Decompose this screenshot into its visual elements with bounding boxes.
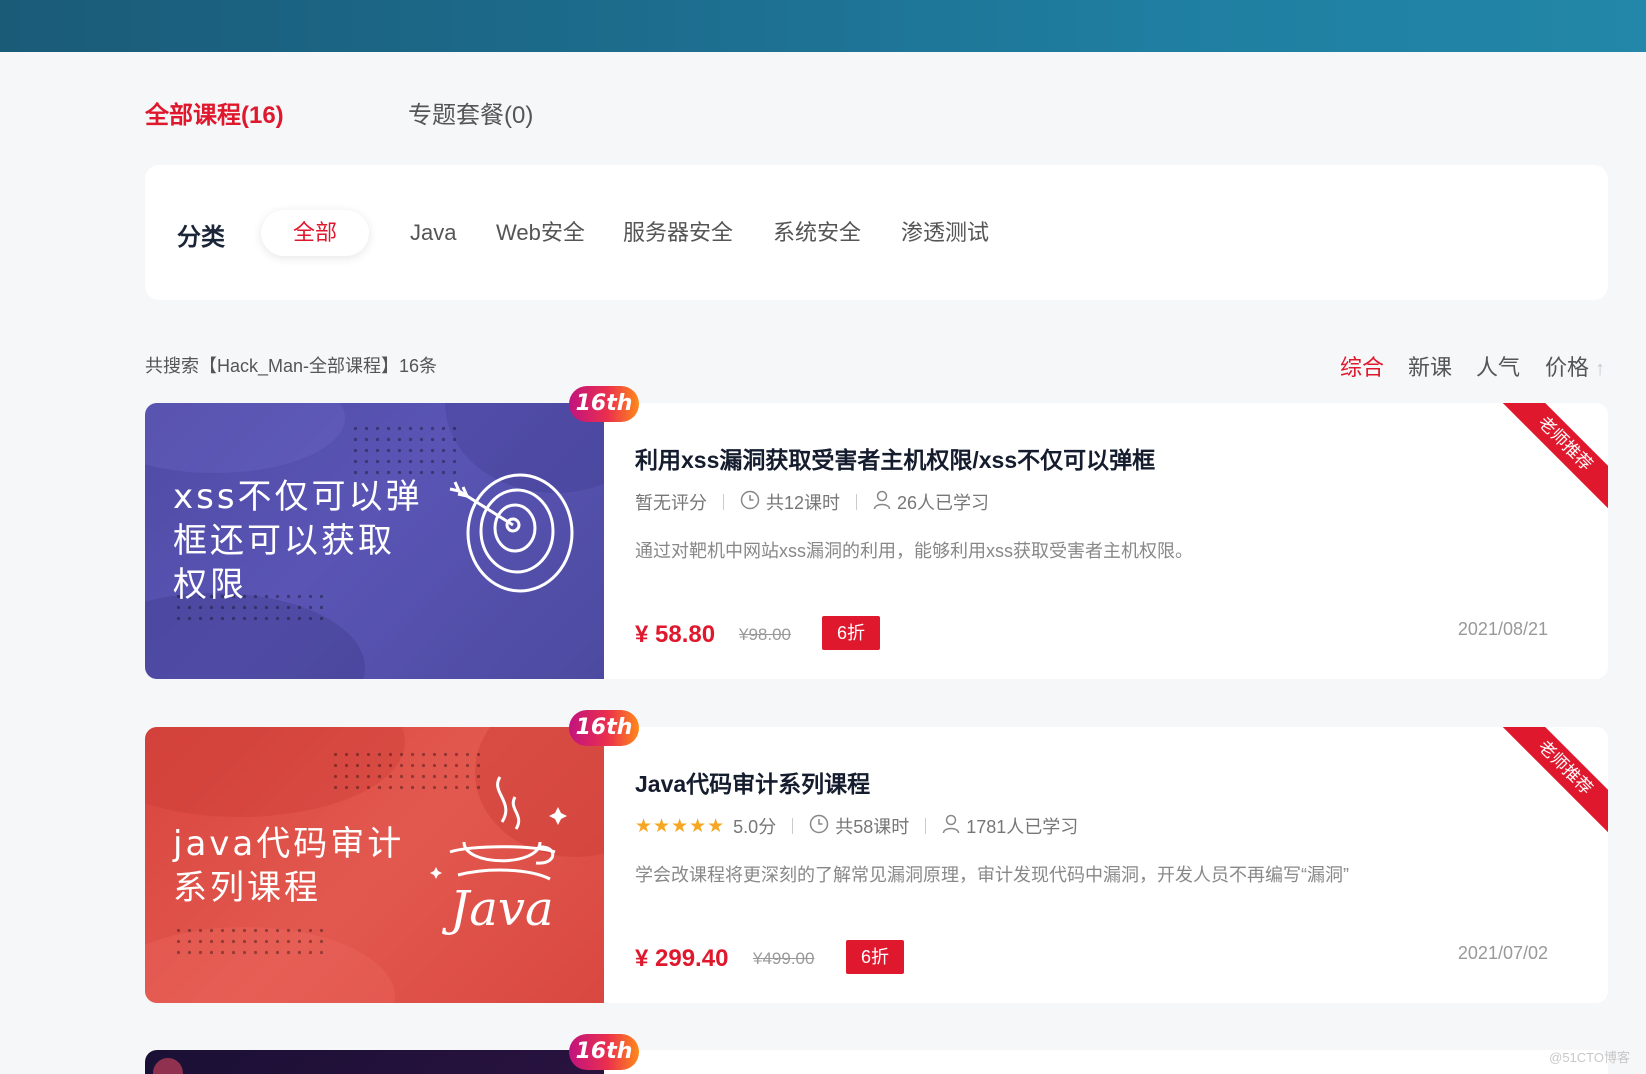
course-card[interactable] xyxy=(145,1050,1608,1074)
java-logo-text: Java xyxy=(441,881,554,937)
cover-title: java代码审计 系列课程 xyxy=(173,824,405,908)
course-card[interactable]: java代码审计 系列课程 Java Java代码审计系列课程 ★★★★★ 5.… xyxy=(145,727,1608,1003)
lesson-count: 共58课时 xyxy=(835,817,910,837)
tab-all-courses[interactable]: 全部课程(16) xyxy=(145,95,284,130)
course-date: 2021/07/02 xyxy=(1457,943,1548,963)
category-chip-system-security[interactable]: 系统安全 xyxy=(773,210,861,256)
ribbon-label: 老师推荐 xyxy=(1498,727,1608,837)
edition-badge: 16th xyxy=(569,386,639,422)
divider xyxy=(792,818,794,834)
course-title[interactable]: Java代码审计系列课程 xyxy=(635,765,870,799)
rating-text: 5.0分 xyxy=(733,817,777,837)
recommend-ribbon: 老师推荐 xyxy=(1498,403,1608,513)
sort-price-label: 价格 xyxy=(1545,355,1590,380)
course-cover[interactable]: java代码审计 系列课程 Java xyxy=(145,727,604,1003)
course-date: 2021/08/21 xyxy=(1457,619,1548,639)
edition-badge: 16th xyxy=(569,710,639,746)
divider xyxy=(723,494,724,510)
sort-bar: 综合 新课 人气 价格 ↑ xyxy=(1340,350,1610,380)
learner-count: 1781人已学习 xyxy=(966,817,1079,837)
course-title[interactable]: 利用xss漏洞获取受害者主机权限/xss不仅可以弹框 xyxy=(635,441,1155,475)
filter-label: 分类 xyxy=(177,224,225,251)
category-chip-web-security[interactable]: Web安全 xyxy=(496,210,585,256)
recommend-ribbon: 老师推荐 xyxy=(1498,727,1608,837)
clock-icon xyxy=(740,490,760,515)
sort-new[interactable]: 新课 xyxy=(1408,350,1452,382)
category-filter: 分类 全部 Java Web安全 服务器安全 系统安全 渗透测试 xyxy=(145,165,1608,300)
sort-arrow-icon: ↑ xyxy=(1595,358,1606,380)
cover-title: xss不仅可以弹 框还可以获取 权限 xyxy=(173,477,423,605)
course-cover[interactable] xyxy=(145,1050,604,1074)
sort-popular[interactable]: 人气 xyxy=(1476,350,1520,382)
watermark: @51CTO博客 xyxy=(1549,1050,1630,1065)
category-chip-server-security[interactable]: 服务器安全 xyxy=(623,210,733,256)
sort-comprehensive[interactable]: 综合 xyxy=(1340,350,1384,382)
course-card[interactable]: xss不仅可以弹 框还可以获取 权限 利用xss漏洞获取受害者主机权限/xss不… xyxy=(145,403,1608,679)
user-icon xyxy=(873,490,891,515)
category-chip-penetration-testing[interactable]: 渗透测试 xyxy=(901,210,989,256)
top-banner xyxy=(0,0,1646,52)
discount-badge: 6折 xyxy=(846,940,905,974)
rating-stars: ★★★★★ xyxy=(635,815,726,837)
java-coffee-icon: Java xyxy=(430,776,567,937)
edition-badge: 16th xyxy=(569,1034,639,1070)
category-chip-all[interactable]: 全部 xyxy=(261,210,370,256)
divider xyxy=(925,818,927,834)
tab-topic-packages[interactable]: 专题套餐(0) xyxy=(408,95,533,130)
clock-icon xyxy=(809,814,829,839)
user-icon xyxy=(942,814,960,839)
current-price: ¥ 299.40 xyxy=(635,945,729,972)
original-price: ¥98.00 xyxy=(739,625,791,644)
target-arrow-icon xyxy=(449,473,574,593)
course-meta: 暂无评分 共12课时 26人已学习 xyxy=(635,489,989,515)
lesson-count: 共12课时 xyxy=(766,493,841,513)
divider xyxy=(856,494,858,510)
category-chip-java[interactable]: Java xyxy=(410,210,456,256)
course-meta: ★★★★★ 5.0分 共58课时 1781人已学习 xyxy=(635,813,1078,839)
current-price: ¥ 58.80 xyxy=(635,621,716,648)
sort-price[interactable]: 价格 ↑ xyxy=(1545,350,1605,382)
course-cover[interactable]: xss不仅可以弹 框还可以获取 权限 xyxy=(145,403,604,679)
search-summary: 共搜索【Hack_Man-全部课程】16条 xyxy=(145,356,438,376)
original-price: ¥499.00 xyxy=(753,949,815,968)
ribbon-label: 老师推荐 xyxy=(1498,403,1608,513)
rating-text: 暂无评分 xyxy=(635,493,707,513)
learner-count: 26人已学习 xyxy=(897,493,990,513)
course-description: 通过对靶机中网站xss漏洞的利用，能够利用xss获取受害者主机权限。 xyxy=(635,541,1193,561)
discount-badge: 6折 xyxy=(822,616,881,650)
course-description: 学会改课程将更深刻的了解常见漏洞原理，审计发现代码中漏洞，开发人员不再编写“漏洞… xyxy=(635,865,1349,885)
